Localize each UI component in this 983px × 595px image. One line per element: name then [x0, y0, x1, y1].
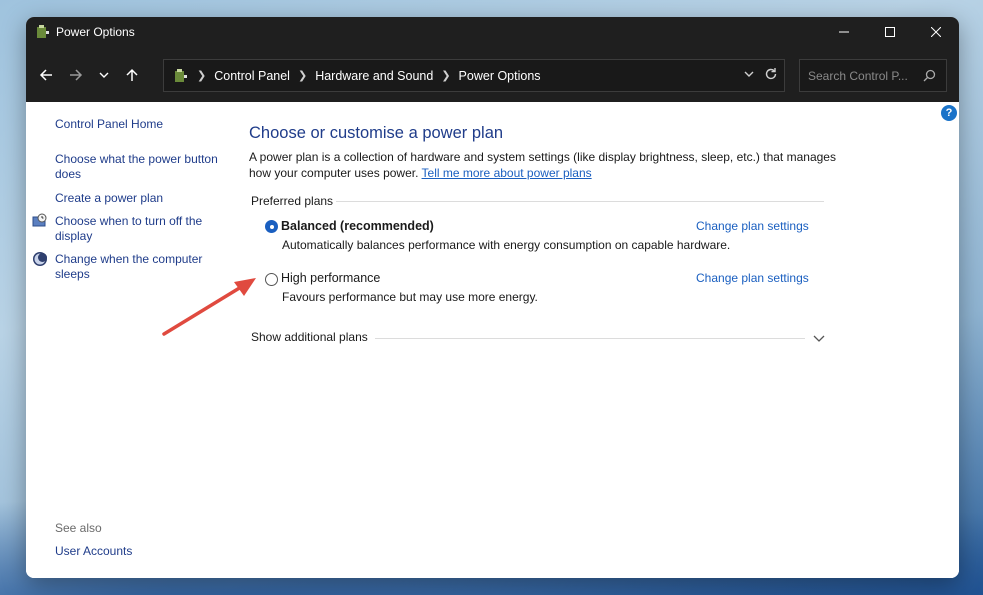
page-title: Choose or customise a power plan	[249, 124, 504, 142]
sidebar-item-power-button[interactable]: Choose what the power button does	[55, 152, 225, 182]
address-path[interactable]: ❯ Control Panel ❯ Hardware and Sound ❯ P…	[163, 59, 785, 92]
show-additional-plans[interactable]: Show additional plans	[251, 330, 368, 344]
display-clock-icon	[32, 213, 47, 227]
breadcrumb-control-panel[interactable]: Control Panel	[214, 69, 290, 83]
balanced-plan-name[interactable]: Balanced (recommended)	[281, 219, 434, 233]
divider	[375, 338, 805, 339]
annotation-arrow-icon	[162, 278, 256, 336]
breadcrumb-hardware-and-sound[interactable]: Hardware and Sound	[315, 69, 433, 83]
forward-button[interactable]	[61, 60, 91, 90]
minimize-icon	[839, 31, 849, 33]
address-dropdown-button[interactable]	[744, 68, 754, 82]
chevron-right-icon: ❯	[297, 70, 308, 82]
breadcrumb-power-options[interactable]: Power Options	[459, 69, 541, 83]
title-bar: Power Options	[26, 17, 959, 47]
minimize-button[interactable]	[821, 17, 867, 47]
high-performance-plan-description: Favours performance but may use more ene…	[282, 290, 538, 304]
maximize-button[interactable]	[867, 17, 913, 47]
chevron-down-icon	[744, 71, 754, 77]
search-icon	[923, 69, 936, 82]
window-title: Power Options	[56, 25, 135, 39]
address-bar: ❯ Control Panel ❯ Hardware and Sound ❯ P…	[26, 47, 959, 102]
high-performance-plan-radio[interactable]	[265, 273, 278, 286]
see-also-label: See also	[55, 521, 102, 535]
maximize-icon	[885, 27, 895, 37]
sleep-moon-icon	[33, 252, 47, 266]
sidebar-item-create-plan[interactable]: Create a power plan	[55, 191, 225, 206]
refresh-icon	[765, 68, 777, 80]
learn-more-link[interactable]: Tell me more about power plans	[422, 166, 592, 180]
search-placeholder: Search Control P...	[808, 68, 908, 83]
chevron-down-icon	[99, 72, 109, 78]
close-button[interactable]	[913, 17, 959, 47]
arrow-up-icon	[126, 68, 138, 81]
sidebar: Control Panel Home Choose what the power…	[26, 102, 236, 578]
chevron-right-icon: ❯	[441, 70, 451, 82]
balanced-plan-radio[interactable]	[265, 220, 278, 233]
arrow-left-icon	[39, 68, 52, 81]
power-options-icon	[37, 25, 49, 38]
chevron-right-icon: ❯	[197, 70, 207, 82]
arrow-right-icon	[70, 68, 83, 81]
back-button[interactable]	[31, 60, 61, 90]
balanced-plan-description: Automatically balances performance with …	[282, 238, 731, 252]
page-description: A power plan is a collection of hardware…	[249, 150, 839, 181]
chevron-down-icon	[813, 335, 825, 342]
balanced-change-settings-link[interactable]: Change plan settings	[696, 219, 809, 233]
search-input[interactable]: Search Control P...	[799, 59, 947, 92]
help-icon[interactable]: ?	[941, 105, 957, 121]
refresh-button[interactable]	[764, 67, 778, 84]
sidebar-item-user-accounts[interactable]: User Accounts	[55, 544, 225, 559]
divider	[336, 201, 824, 202]
up-button[interactable]	[117, 60, 147, 90]
high-performance-change-settings-link[interactable]: Change plan settings	[696, 271, 809, 285]
expand-additional-plans-button[interactable]	[813, 331, 825, 349]
preferred-plans-label: Preferred plans	[251, 194, 334, 208]
content-area: ? Control Panel Home Choose what the pow…	[26, 102, 959, 578]
control-panel-icon	[175, 68, 187, 82]
recent-locations-button[interactable]	[91, 60, 117, 90]
sidebar-item-turn-off-display[interactable]: Choose when to turn off the display	[55, 214, 215, 244]
sidebar-item-control-panel-home[interactable]: Control Panel Home	[55, 117, 225, 132]
high-performance-plan-name[interactable]: High performance	[281, 271, 380, 285]
close-icon	[931, 27, 941, 37]
